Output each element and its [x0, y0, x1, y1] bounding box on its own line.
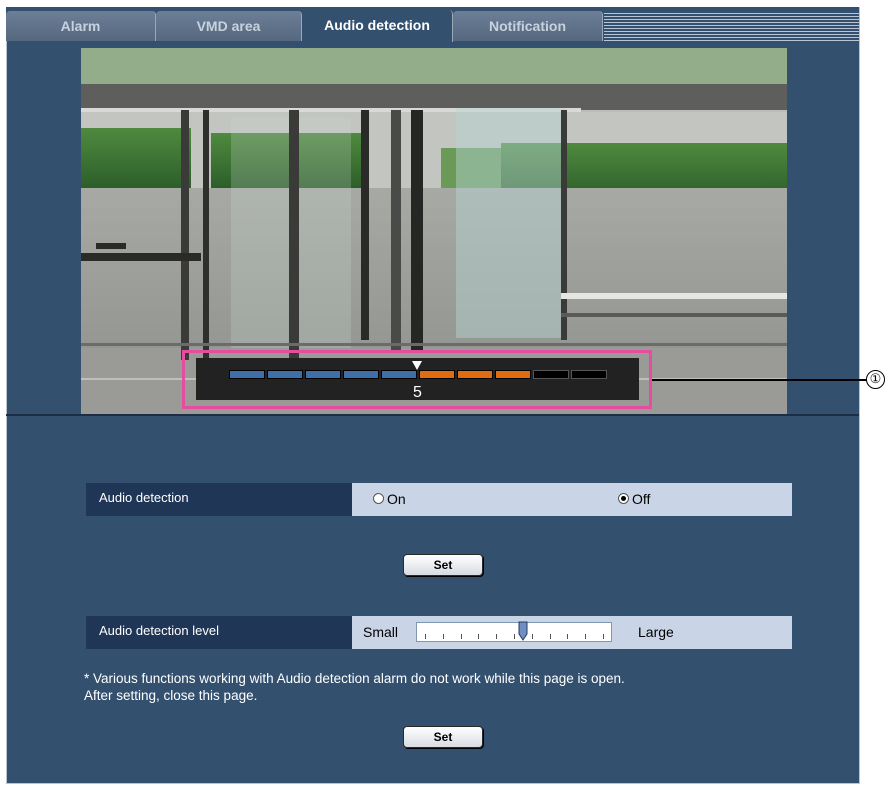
radio-off-label[interactable]: Off [632, 491, 650, 507]
slider-tick [567, 634, 568, 639]
note-line-2: After setting, close this page. [84, 688, 258, 703]
slider-tick [496, 634, 497, 639]
section-divider [6, 414, 859, 416]
radio-on-label[interactable]: On [387, 491, 406, 507]
warning-note: * Various functions working with Audio d… [84, 670, 625, 704]
audio-detection-label: Audio detection [86, 483, 352, 516]
callout-number: ① [866, 370, 885, 389]
audio-detection-level-label: Audio detection level [86, 616, 352, 649]
slider-tick [550, 634, 551, 639]
slider-min-label: Small [363, 624, 399, 640]
audio-detection-level-row: Audio detection level Small Large [86, 616, 792, 649]
tab-notification[interactable]: Notification [453, 11, 603, 41]
set-button-level[interactable]: Set [403, 726, 483, 748]
radio-on[interactable] [373, 493, 384, 504]
tab-vmd-area[interactable]: VMD area [156, 11, 302, 41]
slider-tick [443, 634, 444, 639]
audio-detection-row: Audio detection On Off [86, 483, 792, 516]
audio-detection-level-control: Small Large [352, 616, 792, 649]
slider-tick [425, 634, 426, 639]
tab-audio-detection[interactable]: Audio detection [302, 10, 453, 42]
audio-detection-options: On Off [352, 483, 792, 516]
slider-tick [585, 634, 586, 639]
slider-tick [532, 634, 533, 639]
slider-tick [514, 634, 515, 639]
tab-bar-decoration [604, 11, 859, 41]
audio-level-slider[interactable] [416, 621, 612, 642]
note-line-1: * Various functions working with Audio d… [84, 671, 625, 686]
set-button[interactable]: Set [403, 554, 483, 576]
slider-tick [478, 634, 479, 639]
tab-alarm[interactable]: Alarm [6, 11, 156, 41]
meter-highlight-frame [182, 350, 652, 409]
slider-thumb-icon[interactable] [518, 621, 528, 641]
tab-bar: Alarm VMD area Audio detection Notificat… [6, 7, 859, 42]
radio-off[interactable] [618, 493, 629, 504]
callout-line [652, 379, 867, 381]
slider-max-label: Large [638, 624, 674, 640]
slider-tick [603, 634, 604, 639]
slider-tick [461, 634, 462, 639]
